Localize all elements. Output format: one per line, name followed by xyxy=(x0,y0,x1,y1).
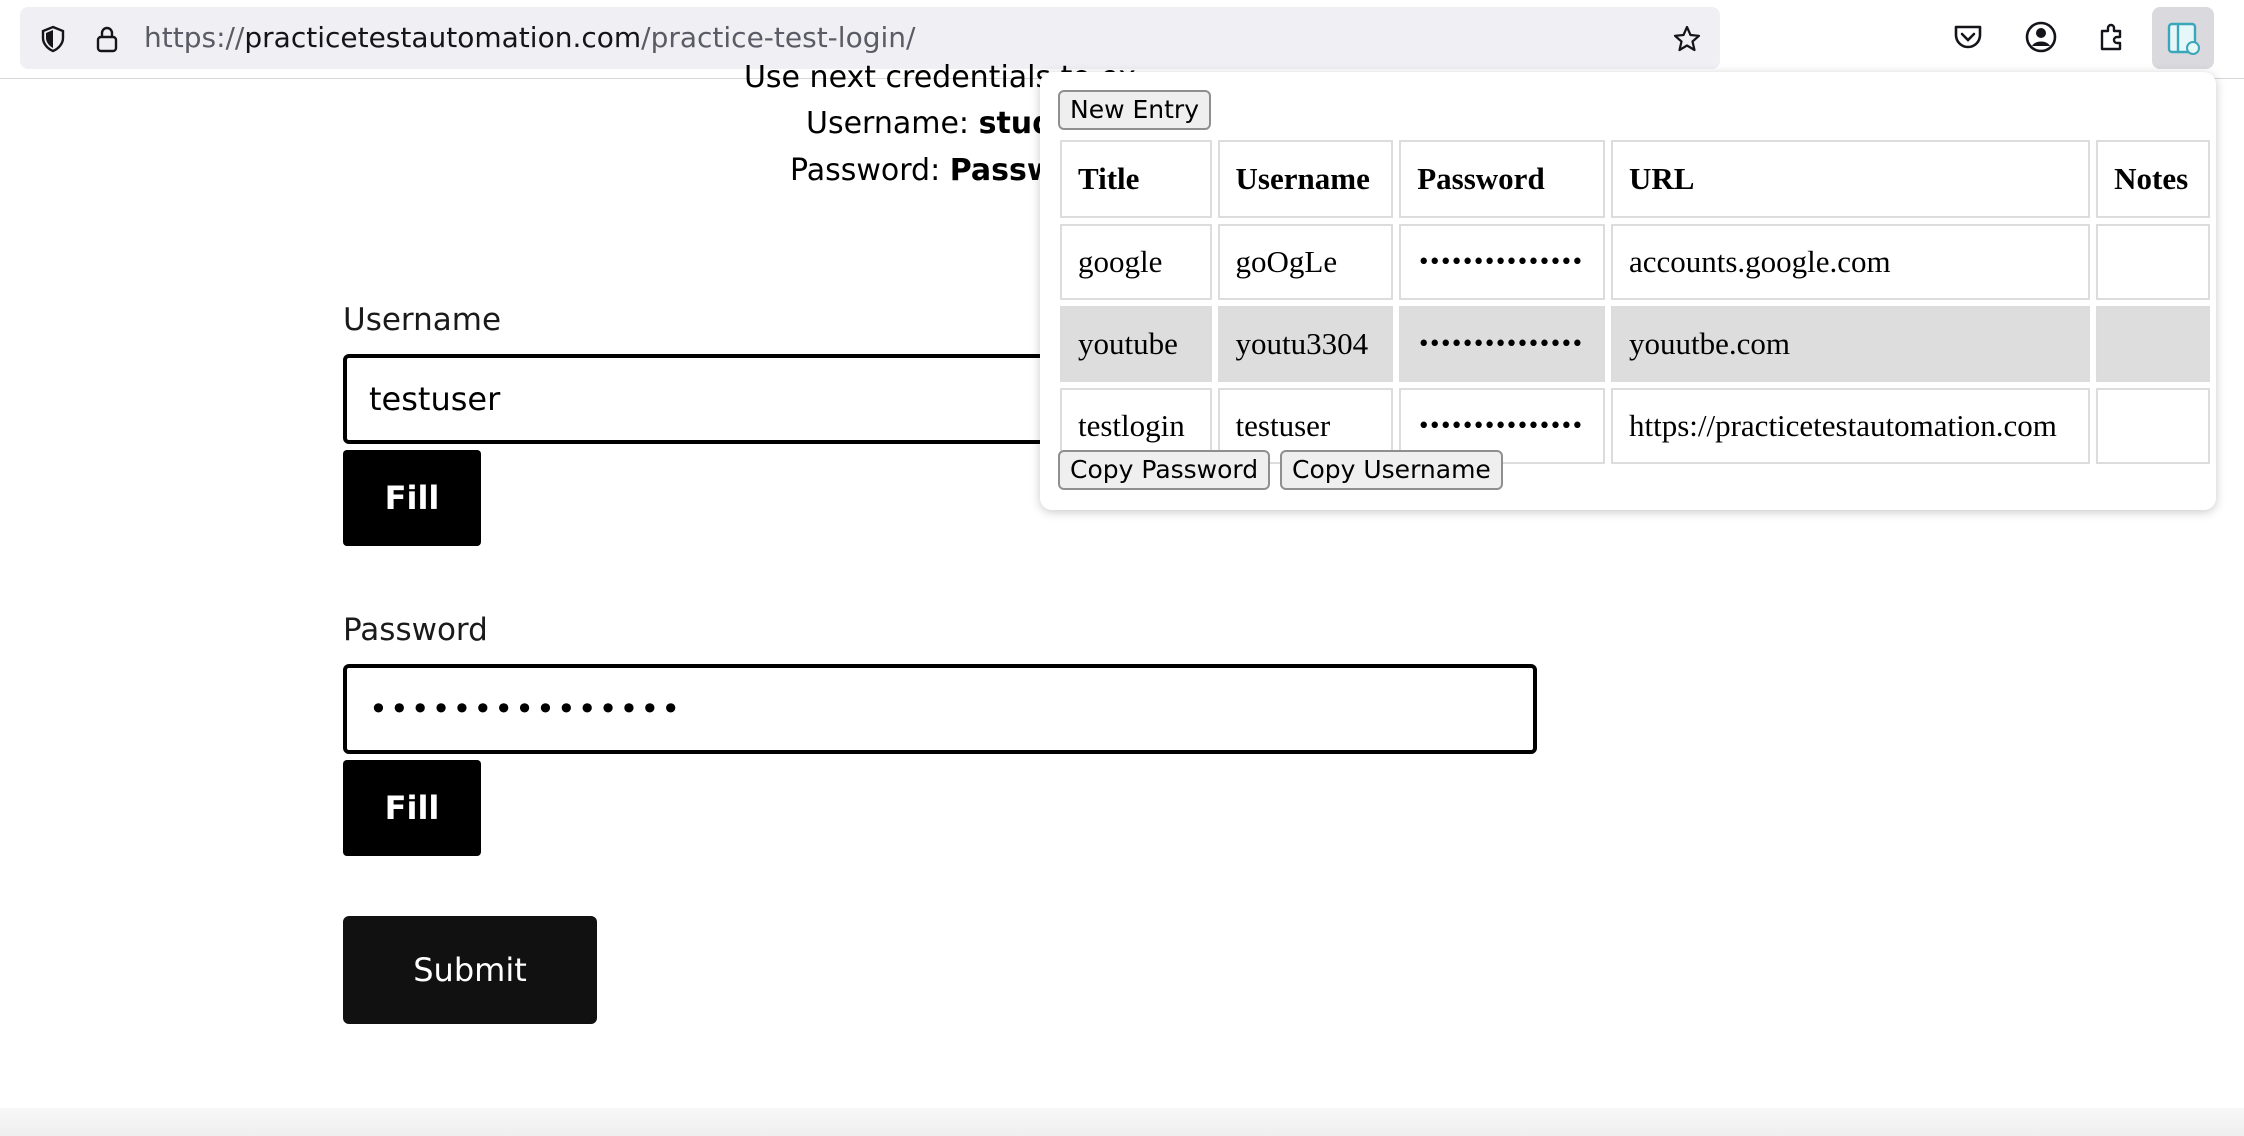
column-password: Password xyxy=(1399,140,1605,218)
cell-url: accounts.google.com xyxy=(1610,224,2091,300)
url-prefix: https:// xyxy=(144,21,245,54)
password-hint-label: Password: xyxy=(789,153,941,188)
bookmark-star-icon[interactable] xyxy=(1672,24,1702,54)
password-manager-popup: New Entry Title Username Password URL No… xyxy=(1040,72,2216,510)
table-header-row: Title Username Password URL Notes xyxy=(1060,140,2210,218)
table-row[interactable]: google goOgLe ••••••••••••••• accounts.g… xyxy=(1060,224,2210,300)
fill-username-button[interactable]: Fill xyxy=(343,450,481,546)
column-username: Username xyxy=(1217,140,1394,218)
cell-url: https://practicetestautomation.com xyxy=(1610,388,2091,464)
extensions-puzzle-icon[interactable] xyxy=(2094,19,2130,55)
password-extension-button[interactable] xyxy=(2152,7,2214,69)
column-url: URL xyxy=(1610,140,2091,218)
fill-password-button[interactable]: Fill xyxy=(343,760,481,856)
cell-password: ••••••••••••••• xyxy=(1399,306,1605,382)
new-entry-button[interactable]: New Entry xyxy=(1058,90,1211,130)
submit-button[interactable]: Submit xyxy=(343,916,597,1024)
password-input[interactable]: ••••••••••••••• xyxy=(343,664,1537,754)
table-row-selected[interactable]: youtube youtu3304 ••••••••••••••• youutb… xyxy=(1060,306,2210,382)
url-host: practicetestautomation.com xyxy=(244,21,642,54)
copy-username-button[interactable]: Copy Username xyxy=(1280,450,1503,490)
cell-password: ••••••••••••••• xyxy=(1399,224,1605,300)
account-icon[interactable] xyxy=(2023,19,2059,55)
column-notes: Notes xyxy=(2096,140,2210,218)
lock-icon[interactable] xyxy=(92,24,122,54)
cell-username: goOgLe xyxy=(1217,224,1394,300)
cell-username: youtu3304 xyxy=(1217,306,1394,382)
username-label: Username xyxy=(343,302,502,338)
column-title: Title xyxy=(1060,140,1212,218)
cell-title: youtube xyxy=(1060,306,1212,382)
cell-notes xyxy=(2096,388,2210,464)
cell-url: youutbe.com xyxy=(1610,306,2091,382)
cell-notes xyxy=(2096,224,2210,300)
copy-password-button[interactable]: Copy Password xyxy=(1058,450,1271,490)
cell-notes xyxy=(2096,306,2210,382)
password-manager-icon xyxy=(2167,22,2200,55)
page-footer xyxy=(0,1108,2244,1136)
cell-title: google xyxy=(1060,224,1212,300)
username-hint-label: Username: xyxy=(806,106,970,141)
shield-icon[interactable] xyxy=(38,24,68,54)
entries-table: Title Username Password URL Notes google… xyxy=(1054,134,2216,470)
pocket-icon[interactable] xyxy=(1950,19,1986,55)
url-path: /practice-test-login/ xyxy=(641,21,916,54)
password-label: Password xyxy=(343,612,488,648)
